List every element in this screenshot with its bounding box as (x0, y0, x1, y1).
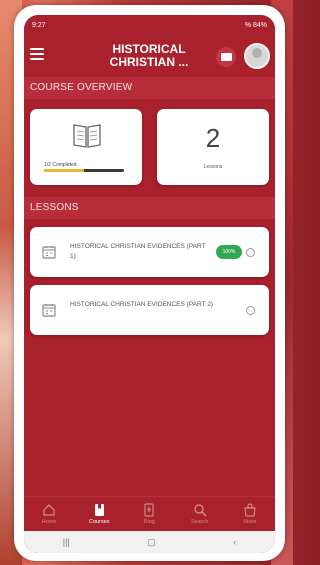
tab-courses-label: Courses (89, 519, 110, 525)
tab-store-label: Store (243, 519, 257, 525)
tab-blog-label: Blog (143, 519, 155, 525)
recent-apps-icon[interactable]: ||| (63, 537, 70, 547)
app-bar: HISTORICAL CHRISTIAN ... (24, 35, 275, 77)
lessons-header: LESSONS (24, 197, 275, 219)
overview-cards: 1/2 Completed 2 Lessons (24, 99, 275, 191)
home-icon (43, 504, 55, 516)
completion-card: 1/2 Completed (30, 109, 142, 185)
phone-frame: 9:27 % 84% HISTORICAL CHRISTIAN ... COUR… (14, 5, 285, 561)
blog-icon (144, 503, 155, 517)
lesson-item[interactable]: HISTORICAL CHRISTIAN EVIDENCES (PART 2) (30, 285, 269, 335)
tab-courses[interactable]: Courses (79, 503, 119, 525)
store-bag-icon (244, 503, 256, 517)
status-indicators: % 84% (244, 21, 267, 29)
avatar[interactable] (244, 43, 270, 69)
tab-store[interactable]: Store (230, 503, 270, 525)
lesson-radio[interactable] (246, 306, 255, 315)
tab-blog[interactable]: Blog (129, 503, 169, 525)
lessons-count-label: Lessons (203, 164, 223, 170)
page-title: HISTORICAL CHRISTIAN ... (94, 43, 204, 69)
tab-home[interactable]: Home (29, 503, 69, 525)
search-icon (193, 504, 207, 517)
status-time: 9:27 (32, 21, 46, 29)
completion-progress-bar (44, 169, 124, 172)
hamburger-menu-icon[interactable] (30, 48, 44, 60)
tab-search[interactable]: Search (180, 503, 220, 525)
lessons-count: 2 (205, 123, 221, 153)
lesson-title: HISTORICAL CHRISTIAN EVIDENCES (PART 2) (70, 301, 214, 308)
book-icon (73, 124, 101, 148)
lesson-item[interactable]: HISTORICAL CHRISTIAN EVIDENCES (PART 1) … (30, 227, 269, 277)
system-nav-bar: ||| ▢ ‹ (24, 531, 275, 553)
course-overview-header: COURSE OVERVIEW (24, 77, 275, 99)
status-bar: 9:27 % 84% (24, 15, 275, 35)
lesson-progress-badge: 100% (216, 245, 242, 259)
app-screen: 9:27 % 84% HISTORICAL CHRISTIAN ... COUR… (24, 15, 275, 553)
lesson-calendar-icon (42, 246, 56, 259)
mail-button[interactable] (216, 47, 236, 67)
courses-book-icon (95, 504, 105, 516)
home-nav-icon[interactable]: ▢ (147, 537, 156, 548)
lesson-title: HISTORICAL CHRISTIAN EVIDENCES (PART 1) (70, 243, 206, 260)
completion-progress-fill (44, 169, 84, 172)
tab-home-label: Home (41, 519, 57, 525)
mail-icon (220, 53, 232, 61)
lessons-count-card: 2 Lessons (157, 109, 269, 185)
back-nav-icon[interactable]: ‹ (233, 537, 236, 547)
lesson-calendar-icon (42, 304, 56, 317)
bottom-tab-bar: Home Courses Blog Search Store (24, 496, 275, 531)
completed-label: 1/2 Completed (44, 162, 77, 168)
page-title-line2: CHRISTIAN ... (109, 55, 189, 69)
tab-search-label: Search (190, 519, 209, 525)
lesson-radio[interactable] (246, 248, 255, 257)
